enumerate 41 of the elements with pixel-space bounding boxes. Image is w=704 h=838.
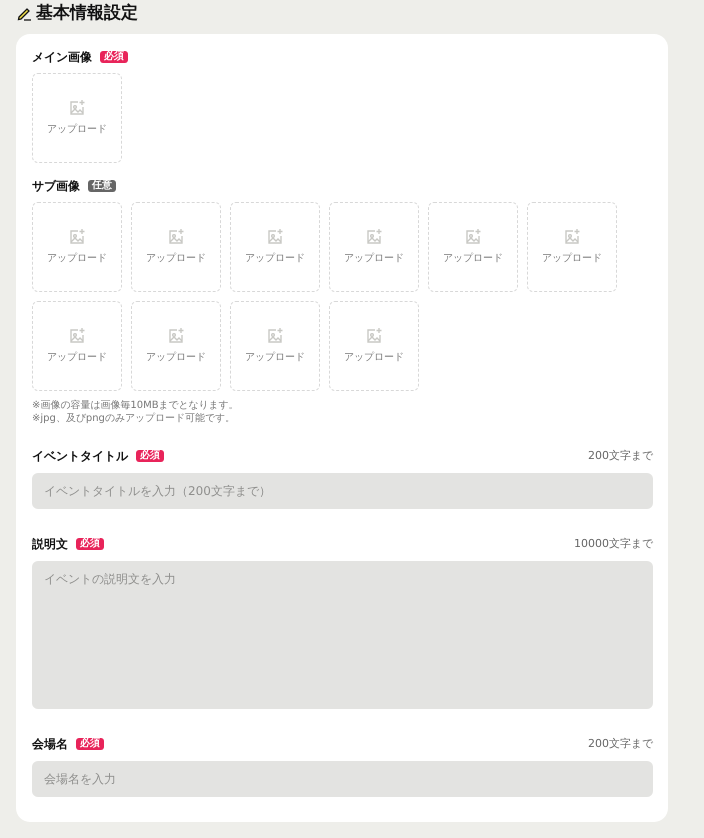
field-label: イベントタイトル	[32, 448, 128, 465]
upload-button[interactable]: アップロード	[230, 202, 320, 292]
page-heading: 基本情報設定	[36, 2, 138, 24]
required-tag: 必須	[76, 538, 104, 550]
character-limit: 200文字まで	[588, 448, 653, 464]
add-image-icon	[167, 228, 185, 246]
add-image-icon	[167, 327, 185, 345]
add-image-icon	[68, 99, 86, 117]
add-image-icon	[563, 228, 581, 246]
upload-button[interactable]: アップロード	[131, 202, 221, 292]
character-limit: 10000文字まで	[574, 536, 653, 552]
text-field[interactable]: イベントタイトルを入力（200文字まで）	[32, 473, 653, 509]
required-tag: 必須	[100, 51, 128, 63]
add-image-icon	[266, 228, 284, 246]
upload-button[interactable]: アップロード	[527, 202, 617, 292]
upload-button[interactable]: アップロード	[131, 301, 221, 391]
character-limit: 200文字まで	[588, 736, 653, 752]
text-field[interactable]: 会場名を入力	[32, 761, 653, 797]
optional-tag: 任意	[88, 180, 116, 192]
field-label: 会場名	[32, 736, 68, 753]
upload-button[interactable]: アップロード	[230, 301, 320, 391]
description-field[interactable]: イベントの説明文を入力	[32, 561, 653, 709]
add-image-icon	[365, 327, 383, 345]
add-image-icon	[266, 327, 284, 345]
required-tag: 必須	[136, 450, 164, 462]
upload-button[interactable]: アップロード	[32, 73, 122, 163]
add-image-icon	[68, 228, 86, 246]
field-label: 説明文	[32, 536, 68, 553]
add-image-icon	[365, 228, 383, 246]
upload-button[interactable]: アップロード	[32, 301, 122, 391]
field-label: サブ画像	[32, 178, 80, 195]
add-image-icon	[68, 327, 86, 345]
upload-button[interactable]: アップロード	[329, 202, 419, 292]
note-text: ※画像の容量は画像毎10MBまでとなります。	[32, 399, 240, 412]
required-tag: 必須	[76, 738, 104, 750]
upload-button[interactable]: アップロード	[329, 301, 419, 391]
note-text: ※jpg、及びpngのみアップロード可能です。	[32, 412, 236, 425]
upload-button[interactable]: アップロード	[428, 202, 518, 292]
upload-button[interactable]: アップロード	[32, 202, 122, 292]
field-label: メイン画像	[32, 49, 92, 66]
add-image-icon	[464, 228, 482, 246]
